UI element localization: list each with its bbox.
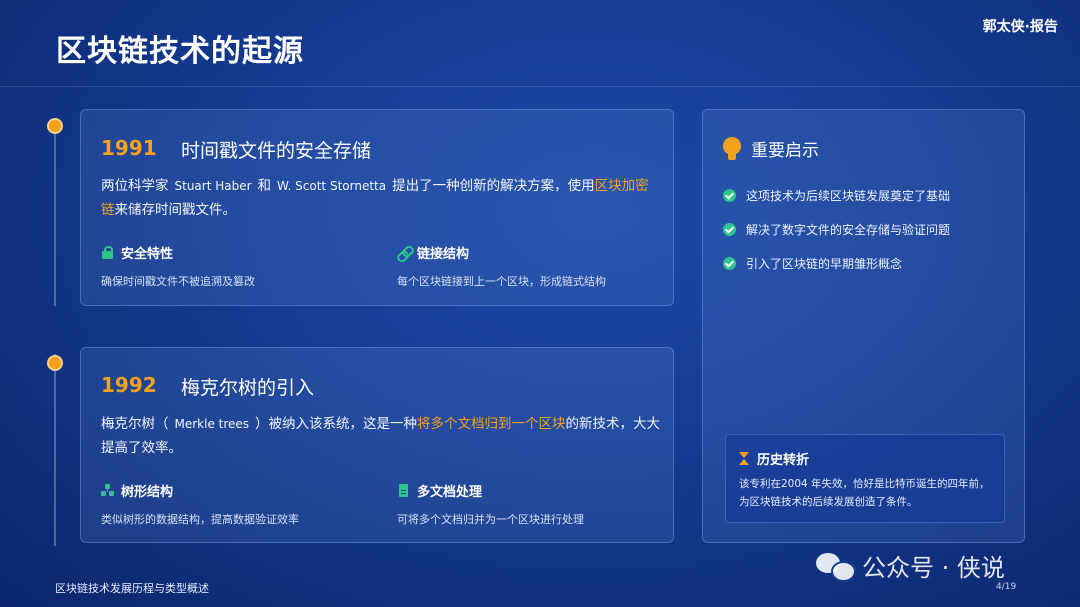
insights-title: 重要启示 [723,136,819,161]
feature-security: 安全特性 确保时间戳文件不被追溯及篡改 [101,243,381,289]
card-year: 1991 [101,136,157,160]
feature-desc: 确保时间戳文件不被追溯及篡改 [101,275,255,288]
timeline-dot [47,118,63,134]
lock-icon [101,246,114,259]
watermark: 公众号 · 侠说 [816,548,1005,583]
check-icon [723,256,736,270]
insights-title-text: 重要启示 [751,141,819,161]
feature-desc: 类似树形的数据结构，提高数据验证效率 [101,513,299,526]
feature-tree: 树形结构 类似树形的数据结构，提高数据验证效率 [101,481,381,527]
page-title: 区块链技术的起源 [56,34,304,69]
list-item: 引入了区块链的早期雏形概念 [723,246,1013,280]
feature-title: 安全特性 [121,247,174,262]
card-year: 1992 [101,373,157,397]
history-box: 历史转折 该专利在2004 年失效，恰好是比特币诞生的四年前，为区块链技术的后续… [725,434,1005,523]
body-text: 梅克尔树（ [101,416,169,432]
header-divider [0,86,1080,87]
footer-caption: 区块链技术发展历程与类型概述 [55,582,209,595]
tip-text: 这项技术为后续区块链发展奠定了基础 [746,188,951,203]
body-text: 两位科学家 [101,178,169,194]
hourglass-icon [739,452,749,465]
feature-desc: 可将多个文档归并为一个区块进行处理 [397,513,584,526]
tip-text: 解决了数字文件的安全存储与验证问题 [746,222,951,237]
watermark-text: 公众号 · 侠说 [862,554,1005,582]
timeline-line [54,118,56,306]
link-icon [397,246,410,259]
insights-panel: 重要启示 这项技术为后续区块链发展奠定了基础 解决了数字文件的安全存储与验证问题… [702,109,1025,543]
body-text: 提出了一种创新的解决方案，使用 [392,178,595,194]
body-highlight: 将多个文档归到一个区块 [417,416,566,432]
timeline-dot [47,355,63,371]
history-title: 历史转折 [739,449,809,468]
brand-label: 郭太侠·报告 [982,19,1058,35]
body-text: 来储存时间戳文件。 [114,202,237,218]
body-text: 和 [257,178,272,194]
bulb-icon [723,136,741,161]
timeline-card-1992: 1992 梅克尔树的引入 梅克尔树（ Merkle trees ）被纳入该系统，这是… [80,347,674,543]
body-text: ）被纳入该系统，这是一种 [255,416,418,432]
tree-icon [101,484,114,497]
check-icon [723,188,736,202]
history-title-text: 历史转折 [757,453,810,468]
body-name: Stuart Haber [174,179,252,193]
feature-title: 链接结构 [417,247,470,262]
check-icon [723,222,736,236]
feature-title: 多文档处理 [417,485,483,500]
card-body: 梅克尔树（ Merkle trees ）被纳入该系统，这是一种将多个文档归到一个区块… [101,412,661,460]
slide: 区块链技术的起源 郭太侠·报告 1991 时间戳文件的安全存储 两位科学家 Stu… [0,0,1080,607]
file-icon [397,484,410,497]
card-title: 梅克尔树的引入 [181,377,315,399]
list-item: 这项技术为后续区块链发展奠定了基础 [723,178,1013,212]
tip-text: 引入了区块链的早期雏形概念 [746,256,903,271]
insights-list: 这项技术为后续区块链发展奠定了基础 解决了数字文件的安全存储与验证问题 引入了区… [723,178,1013,280]
card-body: 两位科学家 Stuart Haber 和 W. Scott Stornetta 提出了一… [101,174,661,222]
feature-chain: 链接结构 每个区块链接到上一个区块，形成链式结构 [397,243,677,289]
card-title: 时间戳文件的安全存储 [181,140,372,162]
timeline-card-1991: 1991 时间戳文件的安全存储 两位科学家 Stuart Haber 和 W. Sco… [80,109,674,306]
feature-multidoc: 多文档处理 可将多个文档归并为一个区块进行处理 [397,481,677,527]
history-text: 该专利在2004 年失效，恰好是比特币诞生的四年前，为区块链技术的后续发展创造了… [739,478,990,508]
page-number: 4/19 [996,582,1017,592]
wechat-icon [816,551,856,582]
body-name: Merkle trees [174,417,250,431]
list-item: 解决了数字文件的安全存储与验证问题 [723,212,1013,246]
body-name: W. Scott Stornetta [277,179,387,193]
feature-title: 树形结构 [121,485,174,500]
timeline-line [54,354,56,546]
feature-desc: 每个区块链接到上一个区块，形成链式结构 [397,275,606,288]
